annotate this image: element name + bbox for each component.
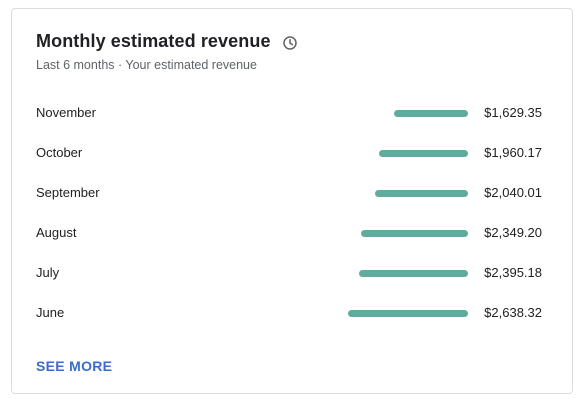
card-subtitle: Last 6 months · Your estimated revenue (36, 58, 257, 72)
month-label: July (36, 265, 60, 280)
revenue-list: November $1,629.35 October $1,960.17 Septemb… (36, 95, 544, 335)
revenue-bar (359, 270, 468, 277)
revenue-row: October $1,960.17 (36, 135, 544, 175)
revenue-amount: $1,960.17 (484, 145, 542, 160)
revenue-bar (379, 150, 468, 157)
card-header: Monthly estimated revenue (36, 31, 298, 52)
month-label: August (36, 225, 77, 240)
see-more-link[interactable]: SEE MORE (36, 358, 112, 374)
revenue-row: November $1,629.35 (36, 95, 544, 135)
revenue-bar (375, 190, 468, 197)
revenue-row: July $2,395.18 (36, 255, 544, 295)
month-label: October (36, 145, 83, 160)
revenue-card: Monthly estimated revenue Last 6 months … (11, 8, 573, 394)
card-title: Monthly estimated revenue (36, 31, 271, 51)
revenue-bar (348, 310, 468, 317)
revenue-row: September $2,040.01 (36, 175, 544, 215)
clock-icon[interactable] (282, 35, 298, 51)
revenue-bar (394, 110, 468, 117)
revenue-bar (361, 230, 468, 237)
revenue-row: August $2,349.20 (36, 215, 544, 255)
revenue-amount: $2,040.01 (484, 185, 542, 200)
month-label: November (36, 105, 96, 120)
month-label: June (36, 305, 65, 320)
revenue-amount: $2,349.20 (484, 225, 542, 240)
month-label: September (36, 185, 100, 200)
revenue-amount: $1,629.35 (484, 105, 542, 120)
revenue-amount: $2,638.32 (484, 305, 542, 320)
revenue-row: June $2,638.32 (36, 295, 544, 335)
revenue-amount: $2,395.18 (484, 265, 542, 280)
